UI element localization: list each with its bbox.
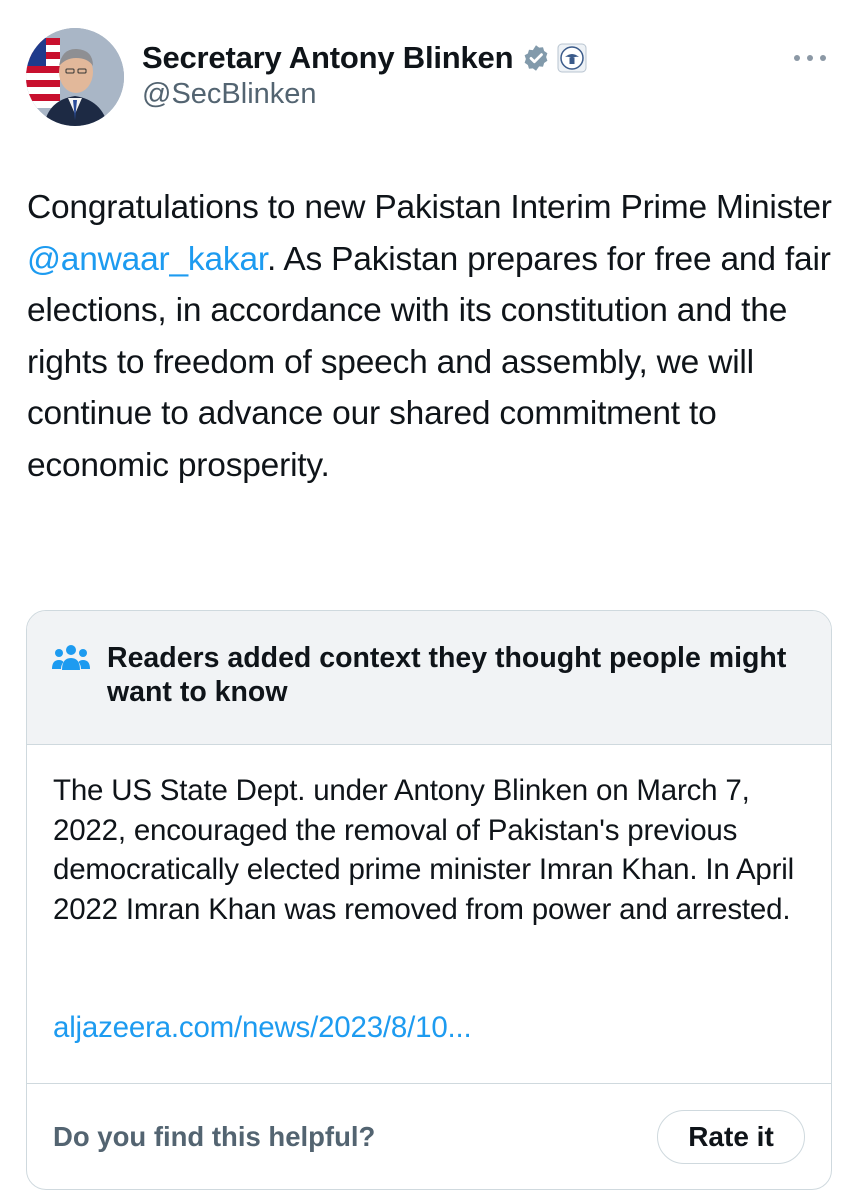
verified-badge-icon[interactable] (521, 43, 551, 73)
community-note-card: Readers added context they thought peopl… (26, 610, 832, 1190)
state-department-seal-icon[interactable] (557, 43, 587, 73)
display-name[interactable]: Secretary Antony Blinken (142, 40, 514, 76)
rate-it-button[interactable]: Rate it (657, 1110, 805, 1164)
helpful-question: Do you find this helpful? (53, 1121, 376, 1152)
community-note-footer: Do you find this helpful? Rate it (27, 1083, 831, 1189)
tweet-text: Congratulations to new Pakistan Interim … (27, 182, 837, 491)
people-group-icon (51, 643, 91, 673)
more-options-icon[interactable] (792, 44, 828, 64)
avatar[interactable] (26, 28, 124, 126)
community-note-header: Readers added context they thought peopl… (27, 611, 831, 745)
profile-photo (26, 28, 124, 126)
tweet-text-part: Congratulations to new Pakistan Interim … (27, 189, 832, 226)
user-handle[interactable]: @SecBlinken (142, 78, 317, 111)
mention-link[interactable]: @anwaar_kakar (27, 241, 267, 278)
source-link[interactable]: aljazeera.com/news/2023/8/10... (53, 1011, 472, 1045)
community-note-body: The US State Dept. under Antony Blinken … (53, 774, 794, 926)
community-note-title: Readers added context they thought peopl… (107, 642, 787, 708)
